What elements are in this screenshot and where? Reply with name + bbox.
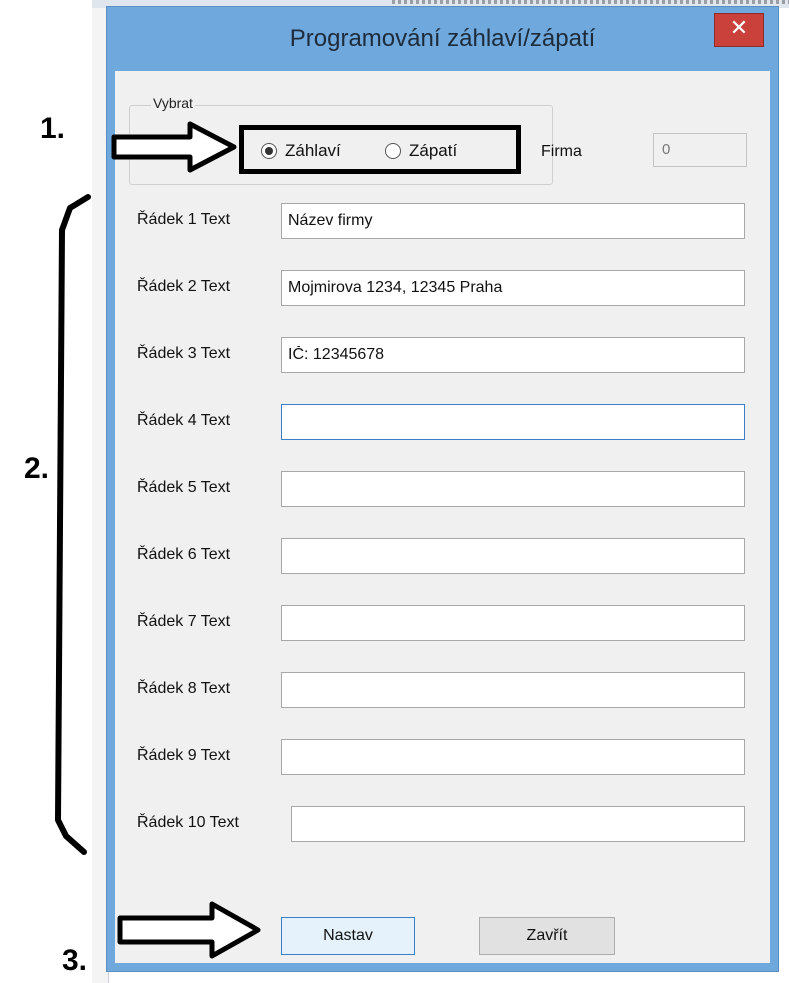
bracket-icon (55, 194, 91, 855)
arrow-step-3-icon (117, 901, 261, 959)
annotation-overlay (55, 121, 261, 959)
arrow-step-1-icon (111, 121, 237, 173)
